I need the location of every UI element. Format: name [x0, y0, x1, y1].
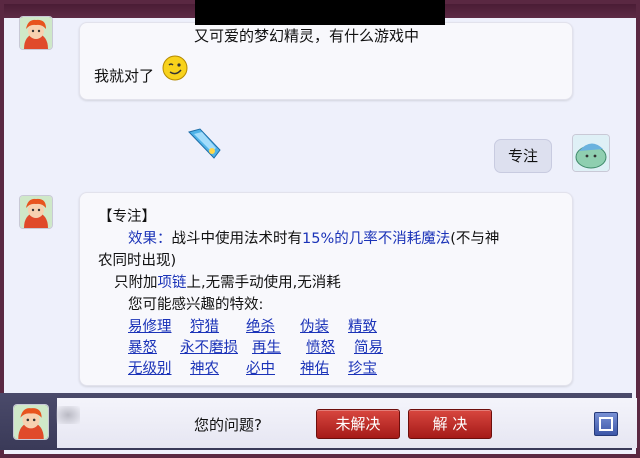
npc-avatar — [20, 17, 52, 49]
attach-suffix: 上,无需手动使用,无消耗 — [186, 275, 341, 291]
unsolved-button[interactable]: 未解决 — [316, 409, 400, 439]
effect-link[interactable]: 无级别 — [128, 357, 172, 378]
attach-prefix: 只附加 — [114, 275, 158, 291]
effect-link[interactable]: 神佑 — [300, 357, 329, 378]
skill-title: 【专注】 — [98, 209, 156, 225]
effect-link[interactable]: 必中 — [246, 357, 275, 378]
effect-link[interactable]: 精致 — [348, 315, 377, 336]
effect-line: 效果：战斗中使用法术时有15%的几率不消耗魔法(不与神 — [128, 227, 499, 248]
attach-line: 只附加项链上,无需手动使用,无消耗 — [114, 271, 341, 292]
effect-text3: 农同时出现) — [98, 253, 177, 269]
interest-label: 您可能感兴趣的特效: — [128, 297, 264, 313]
effect-link[interactable]: 伪装 — [300, 315, 329, 336]
effect-link[interactable]: 永不磨损 — [180, 336, 238, 357]
effect-link[interactable]: 珍宝 — [348, 357, 377, 378]
solved-button[interactable]: 解 决 — [408, 409, 492, 439]
npc-avatar-2 — [20, 196, 52, 228]
effect-link[interactable]: 暴怒 — [128, 336, 157, 357]
effect-link[interactable]: 狩猎 — [190, 315, 219, 336]
effect-text1: 战斗中使用法术时有 — [171, 231, 303, 247]
attach-item: 项链 — [157, 275, 187, 291]
effect-text2: (不与神 — [450, 231, 500, 247]
effect-highlight: 15%的几率不消耗魔法 — [302, 231, 451, 247]
effect-link[interactable]: 神农 — [190, 357, 219, 378]
effect-label: 效果： — [128, 231, 172, 247]
smiley-emoji-icon — [162, 55, 188, 85]
blurred-name — [56, 406, 80, 424]
expand-icon[interactable] — [594, 412, 618, 436]
user-avatar — [573, 135, 609, 171]
effect-link[interactable]: 愤怒 — [306, 336, 335, 357]
npc-message-1: 又可爱的梦幻精灵，有什么游戏中 我就对了 — [79, 22, 573, 100]
effect-link[interactable]: 绝杀 — [246, 315, 275, 336]
redaction-strip — [195, 22, 445, 25]
message-text-line2: 我就对了 — [94, 67, 155, 85]
title-redaction — [195, 0, 445, 22]
message-text-line1: 又可爱的梦幻精灵，有什么游戏中 — [194, 27, 420, 45]
skill-info-message: 【专注】 效果：战斗中使用法术时有15%的几率不消耗魔法(不与神 农同时出现) … — [79, 192, 573, 386]
crystal-icon — [186, 126, 224, 164]
effect-link[interactable]: 再生 — [252, 336, 281, 357]
feedback-question: 您的问题? — [194, 416, 262, 434]
user-message: 专注 — [494, 139, 552, 173]
player-avatar — [14, 405, 48, 439]
effect-link[interactable]: 易修理 — [128, 315, 172, 336]
effect-link[interactable]: 简易 — [354, 336, 383, 357]
